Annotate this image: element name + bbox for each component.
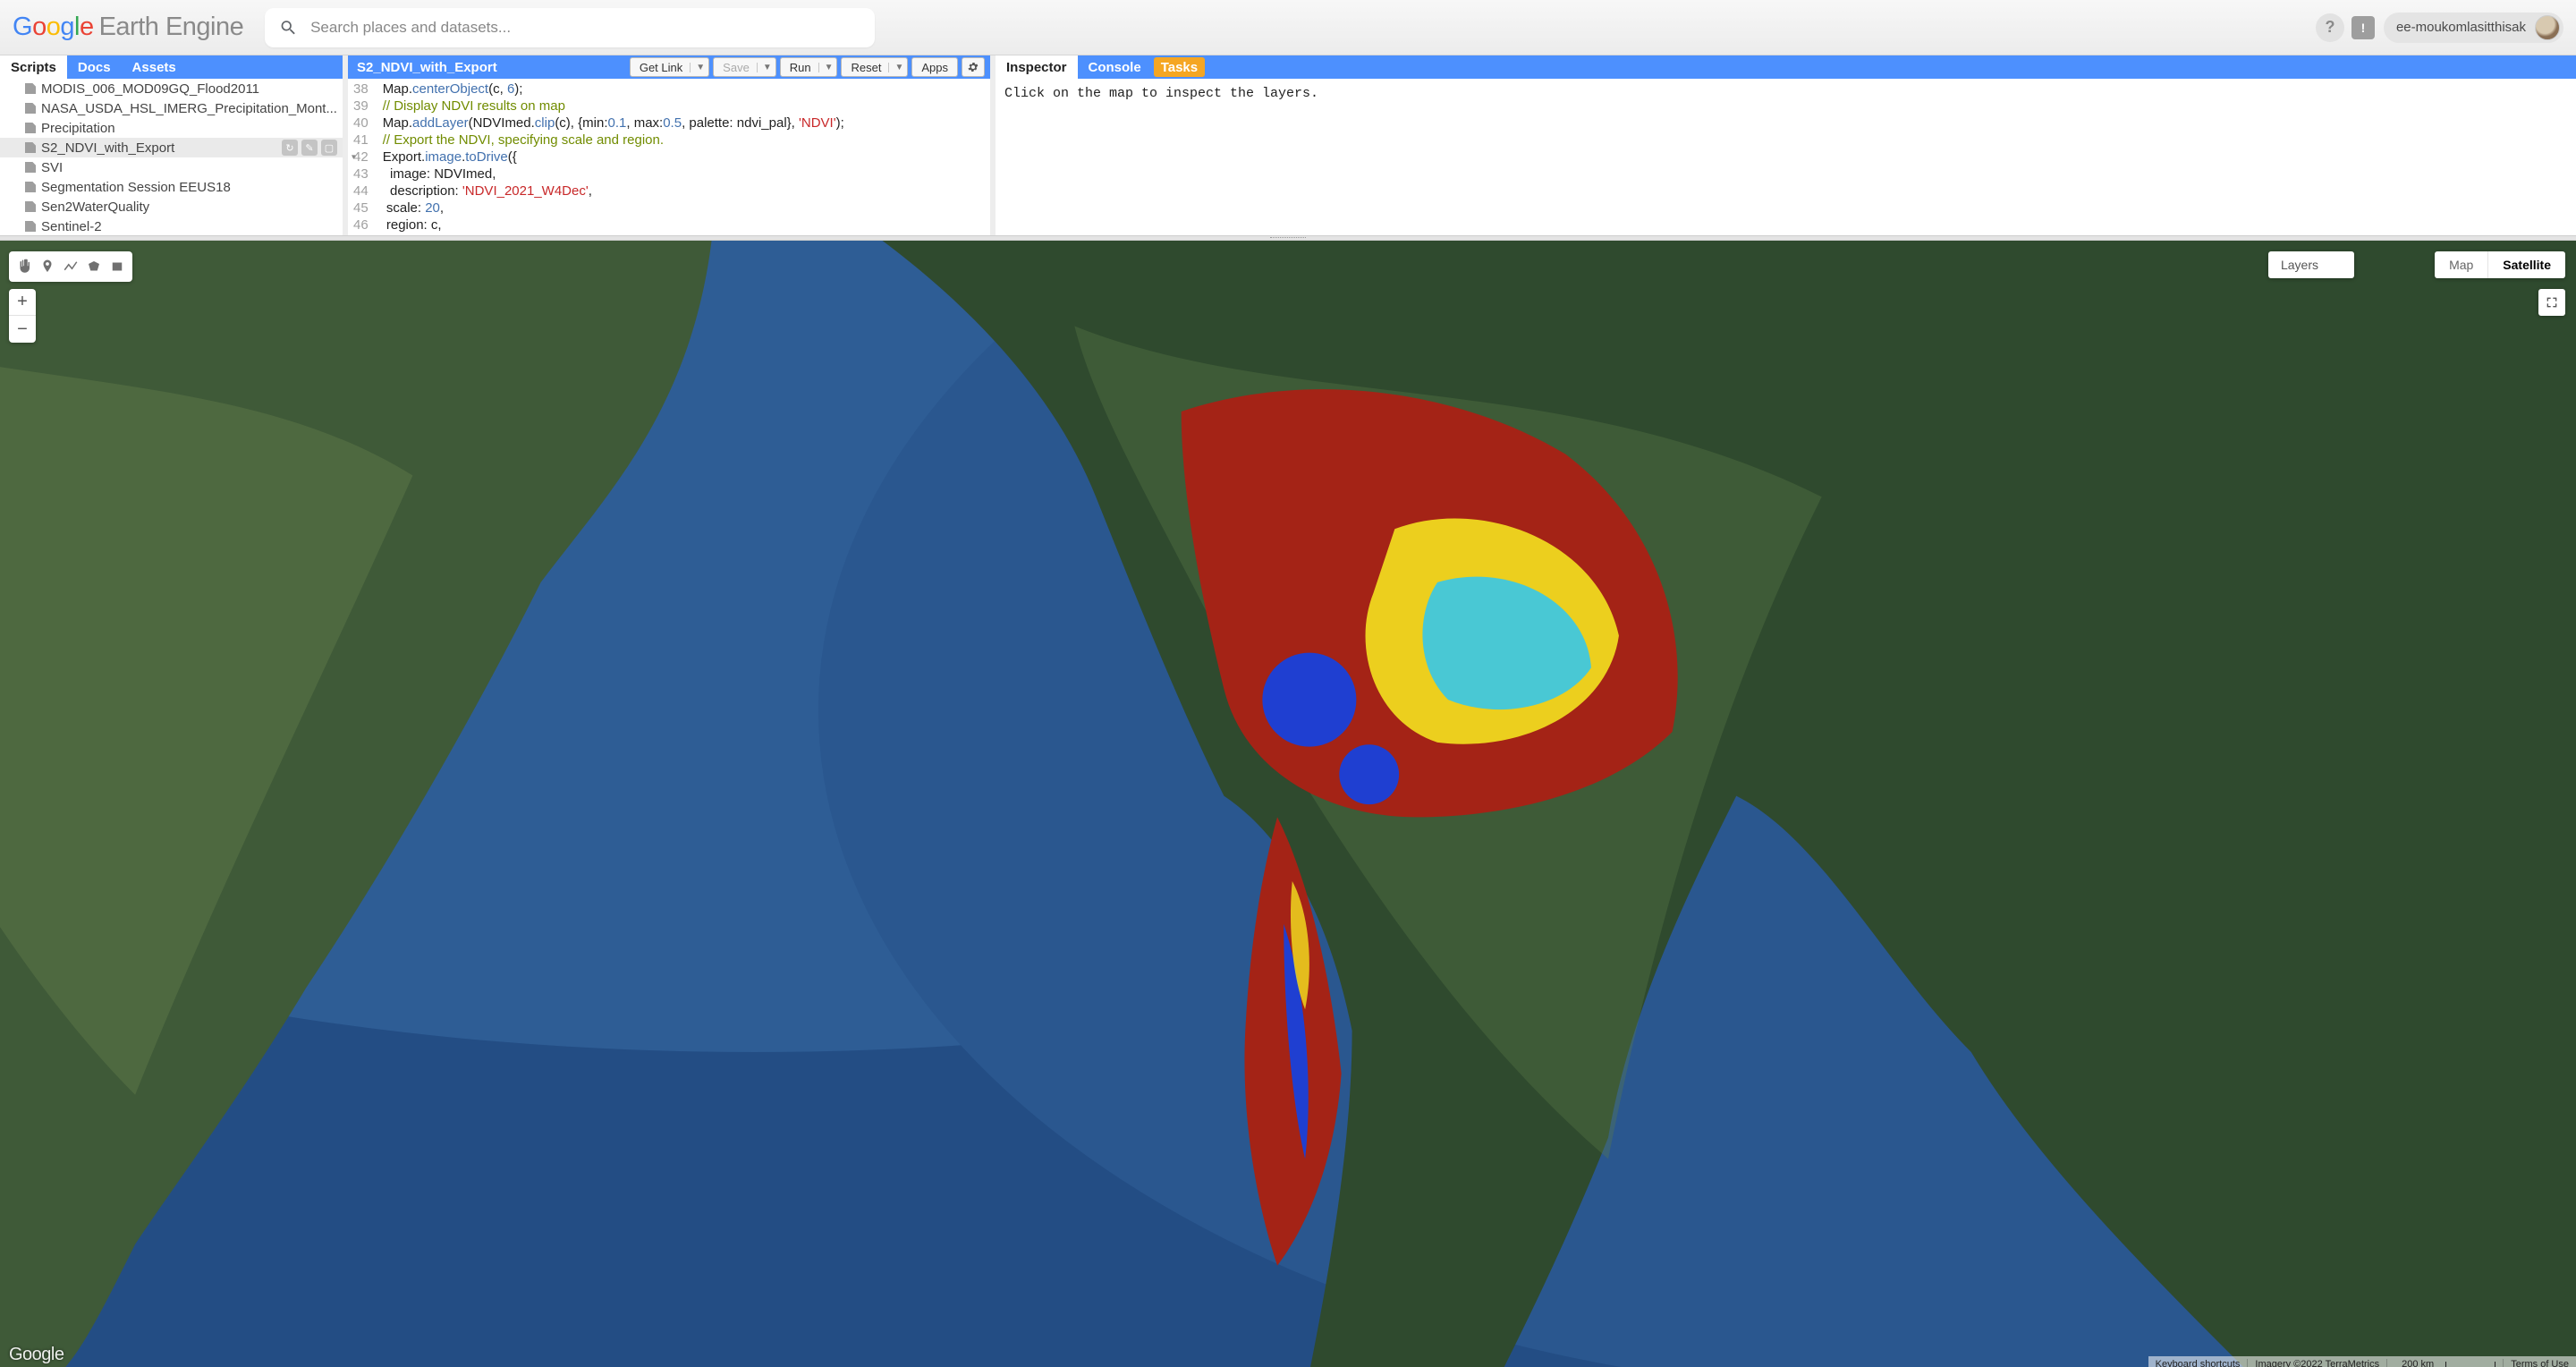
- tab-docs[interactable]: Docs: [67, 55, 122, 79]
- script-item[interactable]: Precipitation: [0, 118, 343, 138]
- pan-tool[interactable]: [13, 255, 36, 278]
- scripts-list[interactable]: MODIS_006_MOD09GQ_Flood2011NASA_USDA_HSL…: [0, 79, 343, 235]
- delete-icon[interactable]: ▢: [321, 140, 337, 156]
- line-icon: [63, 259, 79, 275]
- inspector-panel: Inspector Console Tasks Click on the map…: [996, 55, 2576, 235]
- app-header: Google Earth Engine ? ! ee-moukomlasitth…: [0, 0, 2576, 55]
- marker-icon: [39, 259, 55, 275]
- line-gutter: 3839404142434445464748: [348, 79, 377, 235]
- script-item[interactable]: NASA_USDA_HSL_IMERG_Precipitation_Mont..…: [0, 98, 343, 118]
- edit-icon[interactable]: ✎: [301, 140, 318, 156]
- panels-row: Scripts Docs Assets MODIS_006_MOD09GQ_Fl…: [0, 55, 2576, 235]
- header-right: ? ! ee-moukomlasitthisak: [2316, 13, 2563, 43]
- fullscreen-button[interactable]: [2538, 289, 2565, 316]
- chevron-down-icon: ▼: [888, 63, 903, 72]
- script-item[interactable]: Sen2WaterQuality: [0, 197, 343, 217]
- fullscreen-icon: [2545, 295, 2559, 310]
- maptype-toggle: Map Satellite: [2435, 251, 2565, 278]
- code-panel: S2_NDVI_with_Export Get Link▼ Save▼ Run▼…: [348, 55, 990, 235]
- polygon-icon: [86, 259, 102, 275]
- chevron-down-icon: ▼: [757, 63, 772, 72]
- logo: Google Earth Engine: [13, 13, 243, 42]
- script-item[interactable]: SVI: [0, 157, 343, 177]
- maptype-map[interactable]: Map: [2435, 251, 2488, 278]
- scalebar-icon: [2445, 1362, 2496, 1367]
- apps-button[interactable]: Apps: [911, 57, 958, 77]
- search-icon: [279, 18, 298, 38]
- hand-icon: [16, 259, 32, 275]
- code-lines[interactable]: Map.centerObject(c, 6);// Display NDVI r…: [377, 79, 850, 235]
- tab-assets[interactable]: Assets: [122, 55, 187, 79]
- save-button[interactable]: Save▼: [713, 57, 776, 77]
- reset-button[interactable]: Reset▼: [841, 57, 908, 77]
- chevron-down-icon: ▼: [818, 63, 834, 72]
- scripts-tabs: Scripts Docs Assets: [0, 55, 343, 79]
- logo-suffix: Earth Engine: [99, 13, 244, 42]
- history-icon[interactable]: ↻: [282, 140, 298, 156]
- tab-scripts[interactable]: Scripts: [0, 55, 67, 79]
- right-tabs: Inspector Console Tasks: [996, 55, 2576, 79]
- tab-console[interactable]: Console: [1078, 55, 1152, 79]
- code-body[interactable]: 3839404142434445464748 Map.centerObject(…: [348, 79, 990, 235]
- settings-button[interactable]: [962, 57, 985, 77]
- attrib-imagery: Imagery ©2022 TerraMetrics: [2247, 1359, 2386, 1367]
- search-box[interactable]: [265, 8, 875, 47]
- zoom-out-button[interactable]: −: [9, 316, 36, 343]
- line-tool[interactable]: [59, 255, 82, 278]
- zoom-control: + −: [9, 289, 36, 343]
- editor-header: S2_NDVI_with_Export Get Link▼ Save▼ Run▼…: [348, 55, 990, 79]
- attrib-shortcuts[interactable]: Keyboard shortcuts: [2148, 1359, 2248, 1367]
- logo-google: Google: [13, 13, 94, 42]
- tab-tasks[interactable]: Tasks: [1154, 57, 1205, 77]
- run-button[interactable]: Run▼: [780, 57, 838, 77]
- account-name: ee-moukomlasitthisak: [2396, 20, 2526, 35]
- map-attribution: Keyboard shortcuts Imagery ©2022 TerraMe…: [2148, 1356, 2576, 1367]
- search-input[interactable]: [310, 19, 860, 37]
- editor-title: S2_NDVI_with_Export: [353, 60, 497, 75]
- gear-icon: [967, 61, 979, 73]
- layers-button[interactable]: Layers: [2268, 251, 2354, 278]
- account-chip[interactable]: ee-moukomlasitthisak: [2384, 13, 2563, 43]
- get-link-button[interactable]: Get Link▼: [630, 57, 709, 77]
- inspector-hint: Click on the map to inspect the layers.: [996, 79, 2576, 108]
- tab-inspector[interactable]: Inspector: [996, 55, 1078, 79]
- script-item[interactable]: Segmentation Session EEUS18: [0, 177, 343, 197]
- point-tool[interactable]: [36, 255, 59, 278]
- maptype-satellite[interactable]: Satellite: [2488, 251, 2565, 278]
- rect-tool[interactable]: [106, 255, 129, 278]
- map[interactable]: + − Layers Map Satellite Google Keyboard…: [0, 241, 2576, 1367]
- zoom-in-button[interactable]: +: [9, 289, 36, 316]
- help-icon[interactable]: ?: [2316, 13, 2344, 42]
- script-item[interactable]: MODIS_006_MOD09GQ_Flood2011: [0, 79, 343, 98]
- avatar: [2535, 15, 2560, 40]
- chevron-down-icon: ▼: [690, 63, 705, 72]
- google-watermark: Google: [9, 1345, 64, 1365]
- script-item[interactable]: S2_NDVI_with_Export↻✎▢: [0, 138, 343, 157]
- scripts-panel: Scripts Docs Assets MODIS_006_MOD09GQ_Fl…: [0, 55, 343, 235]
- draw-toolbar: [9, 251, 132, 282]
- feedback-icon[interactable]: !: [2351, 16, 2375, 39]
- polygon-tool[interactable]: [82, 255, 106, 278]
- attrib-terms[interactable]: Terms of Use: [2503, 1359, 2576, 1367]
- script-item[interactable]: Sentinel-2: [0, 217, 343, 235]
- map-canvas: [0, 241, 2576, 1367]
- rectangle-icon: [109, 259, 125, 275]
- attrib-scale: 200 km: [2386, 1359, 2503, 1367]
